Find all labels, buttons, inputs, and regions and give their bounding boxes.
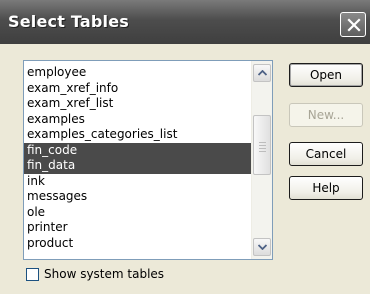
vertical-scrollbar[interactable] bbox=[251, 61, 272, 259]
list-item[interactable]: employee bbox=[24, 65, 251, 81]
show-system-tables-checkbox[interactable] bbox=[26, 268, 39, 281]
list-item[interactable]: messages bbox=[24, 189, 251, 205]
list-item[interactable]: ink bbox=[24, 174, 251, 190]
grip-icon bbox=[259, 142, 266, 154]
scroll-thumb[interactable] bbox=[253, 115, 271, 175]
list-item[interactable]: fin_code bbox=[24, 142, 251, 158]
scroll-up-button[interactable] bbox=[253, 64, 271, 82]
chevron-up-icon bbox=[258, 70, 267, 76]
new-button[interactable]: New... bbox=[289, 103, 363, 127]
list-item[interactable]: product bbox=[24, 236, 251, 252]
title-bar: Select Tables bbox=[0, 0, 370, 44]
help-button[interactable]: Help bbox=[289, 176, 363, 200]
list-item[interactable]: examples_categories_list bbox=[24, 127, 251, 143]
chevron-down-icon bbox=[258, 244, 267, 250]
list-item[interactable]: ole bbox=[24, 205, 251, 221]
scroll-down-button[interactable] bbox=[253, 238, 271, 256]
close-button[interactable] bbox=[340, 12, 366, 37]
list-item[interactable]: examples bbox=[24, 112, 251, 128]
table-listbox[interactable]: employee exam_xref_info exam_xref_list exam… bbox=[23, 60, 273, 260]
cancel-button[interactable]: Cancel bbox=[289, 142, 363, 166]
list-item[interactable]: printer bbox=[24, 220, 251, 236]
list-item[interactable]: exam_xref_info bbox=[24, 81, 251, 97]
dialog-title: Select Tables bbox=[8, 12, 129, 31]
show-system-tables-label: Show system tables bbox=[44, 267, 165, 281]
list-item[interactable]: fin_data bbox=[24, 158, 251, 174]
list-item[interactable]: exam_xref_list bbox=[24, 96, 251, 112]
close-icon bbox=[347, 18, 361, 32]
table-list-items: employee exam_xref_info exam_xref_list exam… bbox=[24, 65, 251, 251]
open-button[interactable]: Open bbox=[289, 63, 363, 87]
